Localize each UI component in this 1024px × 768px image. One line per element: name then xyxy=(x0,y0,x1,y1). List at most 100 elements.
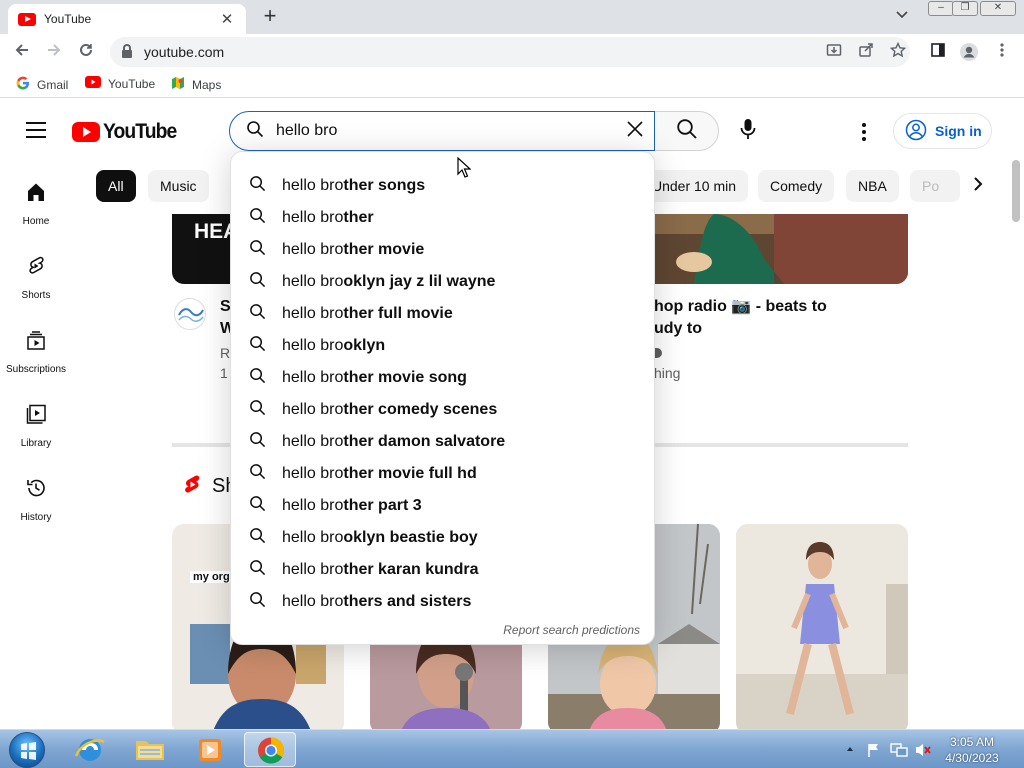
sidebar-item-subscriptions[interactable]: Subscriptions xyxy=(0,328,72,402)
suggestion-prefix: hello bro xyxy=(282,209,344,226)
clear-search-icon[interactable] xyxy=(624,120,646,142)
network-icon[interactable] xyxy=(890,742,908,761)
maps-icon xyxy=(171,76,185,93)
suggestion-item[interactable]: hello bro ther xyxy=(231,202,654,234)
chip-nba[interactable]: NBA xyxy=(846,170,899,202)
search-icon xyxy=(249,463,266,485)
taskbar-file-explorer[interactable] xyxy=(124,732,176,767)
sign-in-button[interactable]: Sign in xyxy=(893,113,992,149)
search-icon xyxy=(249,559,266,581)
chip-partial[interactable]: Po xyxy=(910,170,960,202)
sidebar-item-shorts[interactable]: Shorts xyxy=(0,254,72,328)
show-hidden-icons[interactable] xyxy=(846,742,854,756)
search-icon xyxy=(249,367,266,389)
suggestion-item[interactable]: hello bro ther karan kundra xyxy=(231,554,654,586)
search-icon xyxy=(249,527,266,549)
chevron-right-icon[interactable] xyxy=(968,176,988,196)
suggestion-item[interactable]: hello bro ther movie song xyxy=(231,362,654,394)
browser-tab[interactable]: YouTube ✕ xyxy=(8,4,246,34)
taskbar-clock[interactable]: 3:05 AM 4/30/2023 xyxy=(936,734,1008,766)
minimize-button[interactable]: – xyxy=(928,1,954,16)
reload-button[interactable] xyxy=(74,40,98,64)
bookmark-gmail[interactable]: Gmail xyxy=(16,76,68,93)
chip-under-10-min[interactable]: Under 10 min xyxy=(640,170,749,202)
close-window-button[interactable]: ✕ xyxy=(980,1,1016,16)
bookmarks-bar: Gmail YouTube Maps xyxy=(0,70,1024,98)
bookmark-star-icon[interactable] xyxy=(888,41,908,62)
youtube-logo[interactable]: YouTube xyxy=(72,120,183,144)
side-panel-icon[interactable] xyxy=(928,42,948,62)
suggestion-item[interactable]: hello bro ther comedy scenes xyxy=(231,394,654,426)
suggestion-completion: ther xyxy=(343,209,374,226)
address-bar[interactable]: youtube.com xyxy=(110,37,910,67)
back-button[interactable] xyxy=(10,40,34,64)
restore-button[interactable]: ❐ xyxy=(952,1,978,16)
bookmark-maps[interactable]: Maps xyxy=(171,76,221,93)
tab-close-icon[interactable]: ✕ xyxy=(218,10,236,28)
search-icon xyxy=(249,175,266,197)
suggestion-item[interactable]: hello bro thers and sisters xyxy=(231,586,654,618)
forward-button[interactable] xyxy=(42,40,66,64)
suggestion-prefix: hello bro xyxy=(282,561,344,578)
profile-avatar-icon[interactable] xyxy=(959,42,979,62)
share-icon[interactable] xyxy=(856,42,876,62)
sidebar-item-library[interactable]: Library xyxy=(0,402,72,476)
search-input[interactable] xyxy=(276,122,606,140)
more-options-icon[interactable] xyxy=(852,120,876,144)
bookmark-youtube[interactable]: YouTube xyxy=(85,76,155,91)
lock-icon[interactable] xyxy=(122,44,132,58)
suggestion-item[interactable]: hello bro ther songs xyxy=(231,170,654,202)
suggestion-completion: ther movie full hd xyxy=(343,465,477,482)
chip-music[interactable]: Music xyxy=(148,170,209,202)
install-app-icon[interactable] xyxy=(824,42,844,62)
suggestion-item[interactable]: hello bro oklyn xyxy=(231,330,654,362)
short-thumbnail[interactable] xyxy=(736,524,908,734)
suggestion-item[interactable]: hello bro ther full movie xyxy=(231,298,654,330)
search-box[interactable] xyxy=(229,111,655,151)
suggestion-completion: oklyn xyxy=(343,337,386,354)
search-icon xyxy=(249,495,266,517)
page-scrollbar[interactable] xyxy=(1012,160,1020,222)
clock-date: 4/30/2023 xyxy=(945,751,999,765)
voice-search-button[interactable] xyxy=(728,111,768,151)
channel-avatar[interactable] xyxy=(174,298,206,330)
microphone-icon xyxy=(740,118,756,145)
screen: YouTube ✕ + – ❐ ✕ youtube.com Gmail YouT… xyxy=(0,0,1024,768)
suggestion-item[interactable]: hello bro ther movie full hd xyxy=(231,458,654,490)
browser-menu-icon[interactable] xyxy=(992,42,1012,62)
channel-name[interactable]: R xyxy=(220,345,230,361)
start-button[interactable] xyxy=(9,732,45,768)
video-title[interactable]: hop radio 📷 - beats to xyxy=(654,296,827,318)
new-tab-button[interactable]: + xyxy=(258,4,282,28)
search-icon xyxy=(246,120,264,143)
search-icon xyxy=(676,118,698,145)
suggestion-item[interactable]: hello bro oklyn beastie boy xyxy=(231,522,654,554)
report-search-predictions-link[interactable]: Report search predictions xyxy=(503,623,640,637)
chip-comedy[interactable]: Comedy xyxy=(758,170,835,202)
video-title[interactable]: udy to xyxy=(654,318,702,340)
browser-toolbar: youtube.com xyxy=(0,34,1024,70)
suggestion-item[interactable]: hello bro ther damon salvatore xyxy=(231,426,654,458)
tab-search-icon[interactable] xyxy=(896,8,908,22)
sidebar-item-home[interactable]: Home xyxy=(0,180,72,254)
sidebar-label: Home xyxy=(22,216,50,227)
sidebar-item-history[interactable]: History xyxy=(0,476,72,550)
tab-strip: YouTube ✕ + – ❐ ✕ xyxy=(0,0,1024,34)
suggestion-item[interactable]: hello bro oklyn jay z lil wayne xyxy=(231,266,654,298)
suggestion-completion: ther songs xyxy=(343,177,426,194)
chip-all[interactable]: All xyxy=(96,170,136,202)
taskbar-media-player[interactable] xyxy=(184,732,236,767)
bookmark-label: YouTube xyxy=(108,76,156,91)
suggestion-prefix: hello bro xyxy=(282,273,344,290)
action-center-flag-icon[interactable] xyxy=(866,742,882,761)
suggestion-prefix: hello bro xyxy=(282,401,344,418)
suggestion-item[interactable]: hello bro ther movie xyxy=(231,234,654,266)
volume-muted-icon[interactable] xyxy=(914,742,932,761)
menu-hamburger-icon[interactable] xyxy=(26,122,46,138)
search-icon xyxy=(249,591,266,613)
suggestion-item[interactable]: hello bro ther part 3 xyxy=(231,490,654,522)
taskbar-chrome[interactable] xyxy=(244,732,296,767)
search-button[interactable] xyxy=(655,111,719,151)
taskbar-internet-explorer[interactable] xyxy=(64,732,116,767)
video-thumbnail[interactable] xyxy=(654,214,908,284)
